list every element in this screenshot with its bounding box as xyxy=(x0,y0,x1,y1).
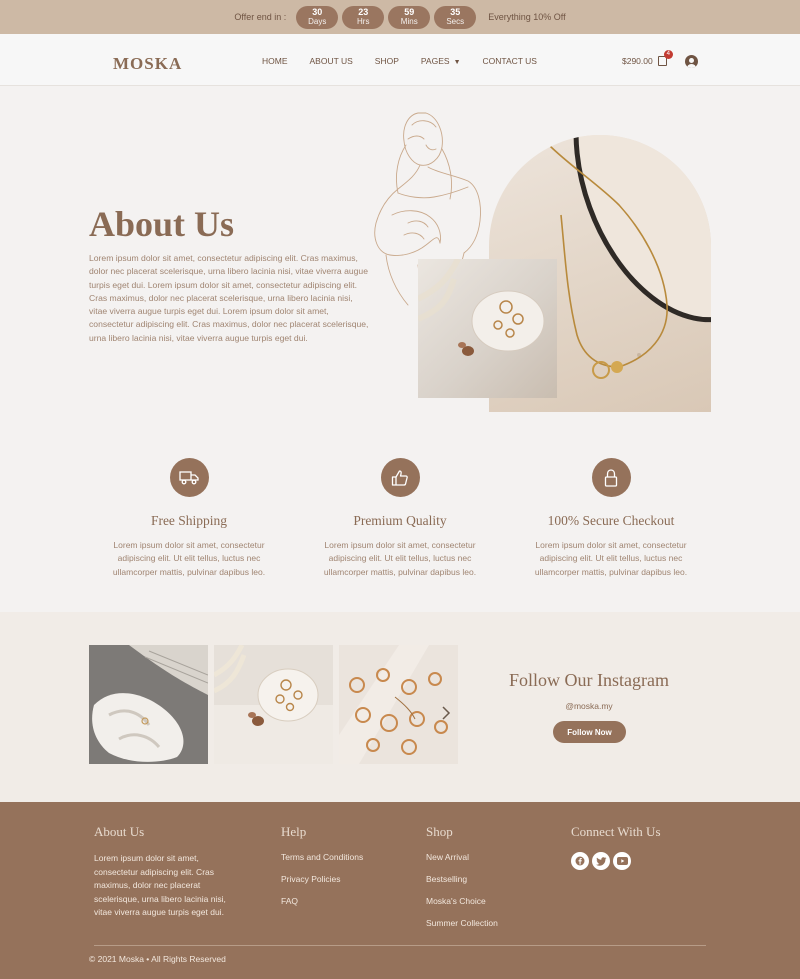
footer-link-moskas-choice[interactable]: Moska's Choice xyxy=(426,896,498,906)
footer-divider xyxy=(94,945,706,946)
footer-about-column: About Us Lorem ipsum dolor sit amet, con… xyxy=(94,824,239,920)
user-account-icon[interactable] xyxy=(685,55,698,68)
feature-text: Lorem ipsum dolor sit amet, consectetur … xyxy=(112,540,266,577)
footer-connect-title: Connect With Us xyxy=(571,824,661,839)
nav-pages-label: PAGES xyxy=(420,56,450,66)
offer-bar: Offer end in : 30 Days 23 Hrs 59 Mins 35 Sec… xyxy=(0,0,800,34)
nav-pages[interactable]: PAGES ▼ xyxy=(421,56,461,66)
lock-icon xyxy=(591,458,631,497)
feature-text: Lorem ipsum dolor sit amet, consectetur … xyxy=(534,540,688,577)
shopping-bag-icon: 4 xyxy=(657,50,673,66)
countdown-days: 30 Days xyxy=(296,5,339,29)
footer-link-terms[interactable]: Terms and Conditions xyxy=(281,852,363,862)
instagram-photo-2[interactable] xyxy=(214,645,333,764)
cart-count-badge: 4 xyxy=(663,50,673,59)
footer-link-faq[interactable]: FAQ xyxy=(281,896,363,906)
about-title: About Us xyxy=(89,204,235,244)
youtube-icon[interactable] xyxy=(613,852,631,870)
footer-about-text: Lorem ipsum dolor sit amet, consectetur … xyxy=(94,853,226,918)
instagram-handle[interactable]: @moska.my xyxy=(480,701,698,711)
feature-title: 100% Secure Checkout xyxy=(547,513,675,528)
about-text: Lorem ipsum dolor sit amet, consectetur … xyxy=(89,253,369,343)
feature-title: Free Shipping xyxy=(150,513,228,528)
follow-now-button[interactable]: Follow Now xyxy=(553,721,626,743)
footer-about-title: About Us xyxy=(94,824,145,839)
feature-text: Lorem ipsum dolor sit amet, consectetur … xyxy=(323,540,477,577)
thumbs-up-icon-svg xyxy=(391,469,408,486)
cart-button[interactable]: $290.00 4 xyxy=(622,50,673,66)
chevron-down-icon: ▼ xyxy=(453,59,461,66)
footer-help-column: Help Terms and Conditions Privacy Polici… xyxy=(281,824,363,906)
countdown-mins: 59 Mins xyxy=(388,5,431,29)
instagram-photo-1-illustration xyxy=(89,645,208,764)
footer-help-title: Help xyxy=(281,824,307,839)
main-nav: HOME ABOUT US SHOP PAGES ▼ CONTACT US xyxy=(262,56,559,66)
nav-contact-us[interactable]: CONTACT US xyxy=(483,56,537,66)
cart-total: $290.00 xyxy=(622,56,653,66)
instagram-photo-2-illustration xyxy=(214,645,333,764)
footer-connect-column: Connect With Us xyxy=(571,824,661,870)
countdown-hours: 23 Hrs xyxy=(342,5,385,29)
lock-icon-svg xyxy=(604,468,618,487)
feature-premium-quality: Premium Quality Lorem ipsum dolor sit am… xyxy=(300,458,500,579)
instagram-photo-3[interactable] xyxy=(339,645,458,764)
footer-link-bestselling[interactable]: Bestselling xyxy=(426,874,498,884)
facebook-icon[interactable] xyxy=(571,852,589,870)
footer-shop-title: Shop xyxy=(426,824,453,839)
footer-link-new-arrival[interactable]: New Arrival xyxy=(426,852,498,862)
logo[interactable]: MOSKA xyxy=(113,54,182,74)
twitter-icon[interactable] xyxy=(592,852,610,870)
site-footer: About Us Lorem ipsum dolor sit amet, con… xyxy=(0,802,800,979)
site-header: MOSKA HOME ABOUT US SHOP PAGES ▼ CONTACT … xyxy=(0,34,800,86)
offer-label: Offer end in : xyxy=(234,12,287,22)
footer-shop-column: Shop New Arrival Bestselling Moska's Cho… xyxy=(426,824,498,928)
feature-free-shipping: Free Shipping Lorem ipsum dolor sit amet… xyxy=(89,458,289,579)
thumbs-up-icon xyxy=(380,458,420,497)
ring-dish-photo xyxy=(418,259,557,398)
instagram-photo-3-illustration xyxy=(339,645,458,764)
social-links xyxy=(571,852,661,870)
truck-icon-svg xyxy=(179,470,199,484)
footer-link-summer-collection[interactable]: Summer Collection xyxy=(426,918,498,928)
feature-secure-checkout: 100% Secure Checkout Lorem ipsum dolor s… xyxy=(511,458,711,579)
instagram-title: Follow Our Instagram xyxy=(509,670,669,690)
feature-title: Premium Quality xyxy=(353,513,447,528)
countdown-secs: 35 Secs xyxy=(434,5,477,29)
nav-home[interactable]: HOME xyxy=(262,56,288,66)
copyright-text: © 2021 Moska • All Rights Reserved xyxy=(89,954,226,964)
nav-shop[interactable]: SHOP xyxy=(375,56,399,66)
footer-link-privacy[interactable]: Privacy Policies xyxy=(281,874,363,884)
promo-text: Everything 10% Off xyxy=(488,12,566,22)
truck-icon xyxy=(169,458,209,497)
instagram-photo-1[interactable] xyxy=(89,645,208,764)
ring-dish-illustration xyxy=(418,259,545,356)
nav-about-us[interactable]: ABOUT US xyxy=(310,56,353,66)
